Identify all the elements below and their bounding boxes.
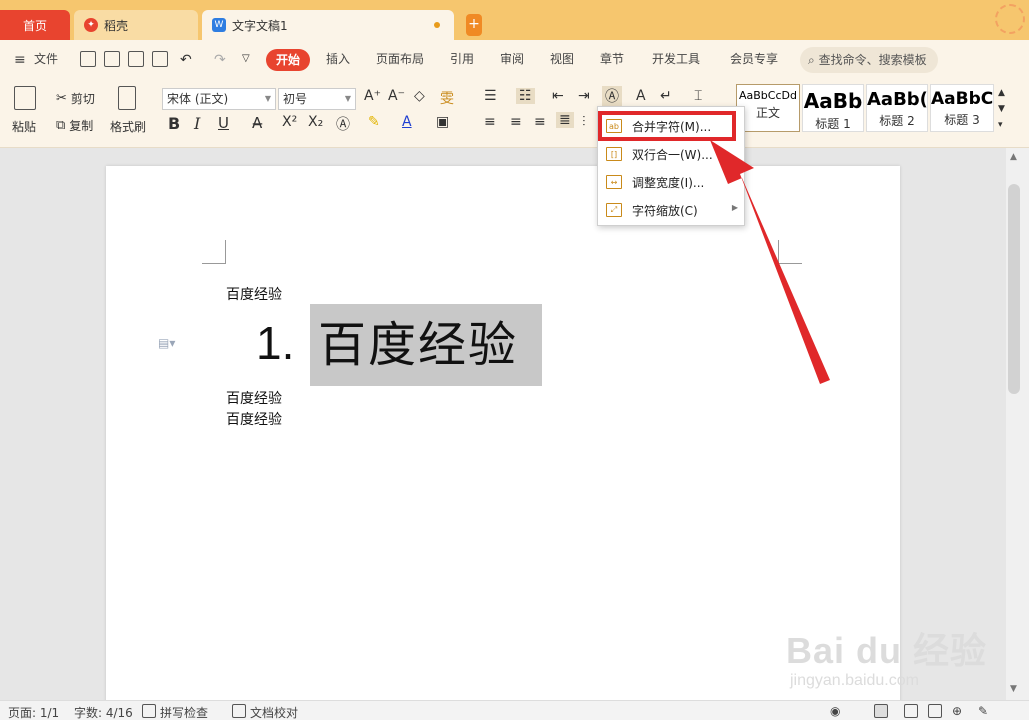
page-view-icon[interactable] [874, 704, 888, 718]
pen-icon[interactable]: ✎ [978, 704, 988, 718]
eye-protect-icon[interactable]: ◉ [830, 704, 840, 718]
page-indicator[interactable]: 页面: 1/1 [8, 704, 59, 720]
baidu-watermark: Bai du 经验 [786, 630, 988, 671]
baidu-watermark-url: jingyan.baidu.com [790, 672, 919, 689]
web-view-icon[interactable]: ⊕ [952, 704, 962, 718]
proofread-button[interactable]: 文档校对 [250, 704, 298, 720]
annotation-arrow [710, 140, 830, 384]
proofread-icon [232, 704, 246, 718]
reading-view-icon[interactable] [928, 704, 942, 718]
status-bar: 页面: 1/1 字数: 4/16 拼写检查 文档校对 ◉ ⊕ ✎ [0, 700, 1029, 720]
spell-check-button[interactable]: 拼写检查 [160, 704, 208, 720]
spell-check-icon [142, 704, 156, 718]
annotation-arrow-shape [710, 140, 830, 384]
outline-view-icon[interactable] [904, 704, 918, 718]
word-count[interactable]: 字数: 4/16 [74, 704, 133, 720]
